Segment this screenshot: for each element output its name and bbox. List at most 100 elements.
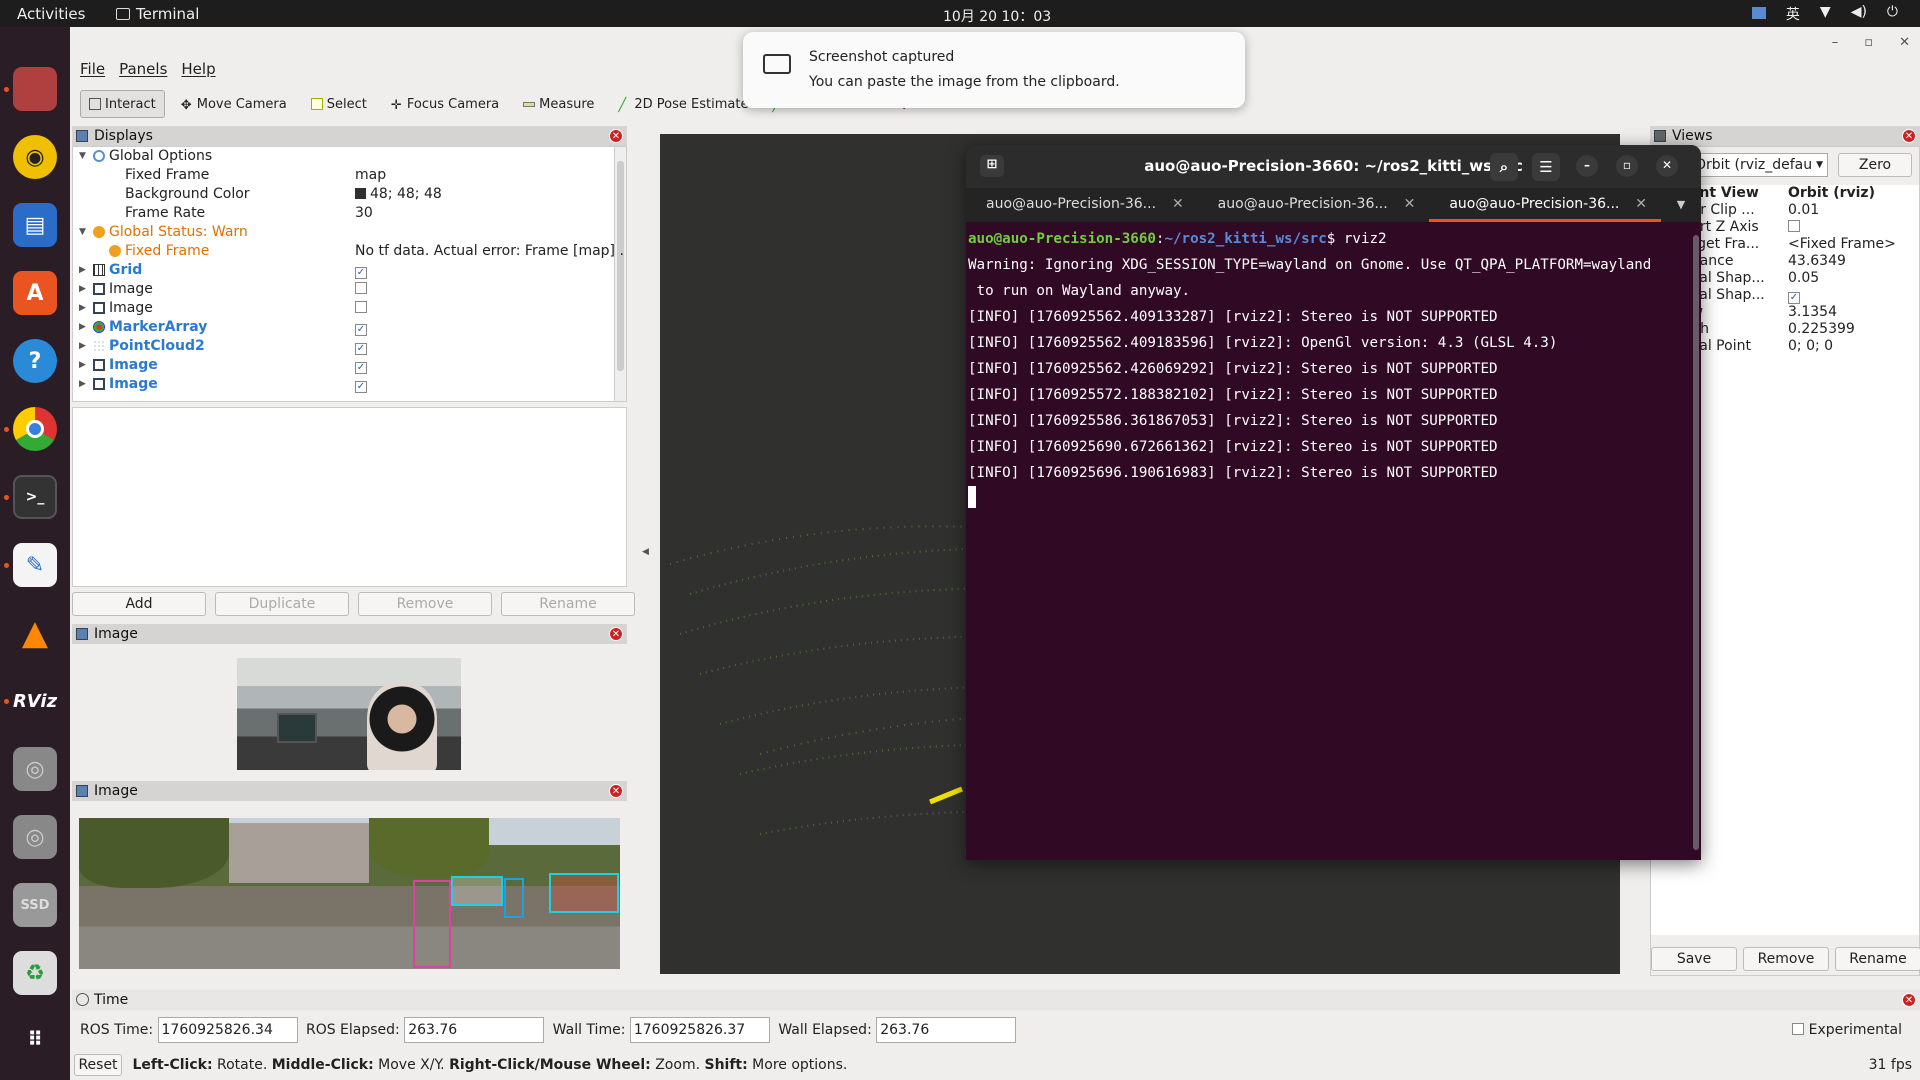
power-icon[interactable]: ⏻ — [1887, 4, 1898, 24]
enable-checkbox[interactable] — [355, 282, 367, 294]
terminal-tab[interactable]: auo@auo-Precision-36... ✕ — [966, 188, 1198, 222]
new-tab-icon[interactable]: ⊞ — [980, 155, 1004, 177]
expand-right-icon[interactable]: ▶ — [79, 337, 86, 356]
text-editor-icon[interactable]: ✎ — [13, 543, 57, 587]
displays-header[interactable]: Displays ✕ — [72, 126, 627, 146]
prop-value[interactable] — [1788, 219, 1800, 236]
ros-elapsed-field[interactable]: 263.76 — [404, 1017, 545, 1043]
expand-down-icon[interactable]: ▼ — [79, 223, 86, 242]
measure-tool[interactable]: Measure — [515, 90, 602, 118]
wall-time-field[interactable]: 1760925826.37 — [629, 1017, 770, 1043]
display-row[interactable]: ▼ Global Options — [73, 147, 626, 166]
activities-button[interactable]: Activities — [17, 5, 85, 23]
terminal-window[interactable]: ⊞ auo@auo-Precision-3660: ~/ros2_kitti_w… — [966, 145, 1701, 860]
close-tab-icon[interactable]: ✕ — [1404, 196, 1416, 212]
hamburger-menu-icon[interactable]: ☰ — [1532, 153, 1560, 181]
show-apps-icon[interactable]: ⠿ — [13, 1017, 57, 1061]
views-header[interactable]: Views ✕ — [1650, 126, 1920, 146]
display-value-cell[interactable]: No tf data. Actual error: Frame [map] . — [355, 242, 624, 261]
disk-icon[interactable]: ◎ — [13, 747, 57, 791]
display-row[interactable]: ▼ Global Status: Warn — [73, 223, 626, 242]
display-row[interactable]: ▶ Grid ✓ — [73, 261, 626, 280]
duplicate-button[interactable]: Duplicate — [215, 592, 349, 616]
display-value-cell[interactable] — [355, 299, 367, 318]
display-value-cell[interactable]: ✓ — [355, 261, 367, 280]
clock[interactable]: 10月 20 10：03 — [943, 6, 1051, 26]
files-icon[interactable] — [13, 67, 57, 111]
volume-icon[interactable]: ◀) — [1851, 4, 1867, 24]
display-row[interactable]: Fixed Frame map — [73, 166, 626, 185]
display-value[interactable]: 30 — [355, 205, 373, 221]
image-panel-header[interactable]: Image ✕ — [72, 624, 627, 644]
disk-icon[interactable]: ◎ — [13, 815, 57, 859]
expand-right-icon[interactable]: ▶ — [79, 318, 86, 337]
rviz-icon[interactable]: RViz — [13, 679, 57, 723]
prop-value[interactable]: 0.05 — [1788, 270, 1819, 287]
enable-checkbox[interactable] — [355, 301, 367, 313]
terminal-scrollbar[interactable] — [1693, 235, 1699, 850]
expand-right-icon[interactable]: ▶ — [79, 299, 86, 318]
display-value[interactable]: No tf data. Actual error: Frame [map] . — [355, 243, 624, 259]
system-tray[interactable]: 英 ▼ ◀) ⏻ — [1751, 4, 1898, 24]
tabs-dropdown-icon[interactable]: ▼ — [1661, 188, 1701, 222]
trash-icon[interactable]: ♻ — [13, 951, 57, 995]
display-row[interactable]: ▶ Image — [73, 299, 626, 318]
zero-button[interactable]: Zero — [1838, 153, 1912, 177]
close-icon[interactable]: ✕ — [1656, 155, 1678, 177]
display-value-cell[interactable]: ✓ — [355, 375, 367, 394]
displays-tree[interactable]: ▼ Global Options Fixed Frame map Background … — [72, 146, 627, 402]
expand-right-icon[interactable]: ▶ — [79, 375, 86, 394]
expand-right-icon[interactable]: ▶ — [79, 261, 86, 280]
display-value-cell[interactable]: 30 — [355, 204, 373, 223]
expand-right-icon[interactable]: ▶ — [79, 356, 86, 375]
wall-elapsed-field[interactable]: 263.76 — [876, 1017, 1017, 1043]
app-center-icon[interactable]: A — [13, 271, 57, 315]
experimental-checkbox[interactable] — [1792, 1023, 1805, 1035]
view-type-select[interactable]: Orbit (rviz_defau ▼ — [1691, 153, 1828, 177]
prop-value[interactable]: 0.225399 — [1788, 321, 1855, 338]
remove-view-button[interactable]: Remove — [1743, 947, 1829, 971]
minimize-icon[interactable]: – — [1832, 35, 1839, 50]
ros-time-field[interactable]: 1760925826.34 — [157, 1017, 298, 1043]
invert-z-checkbox[interactable] — [1788, 220, 1800, 232]
interact-tool[interactable]: Interact — [80, 90, 165, 118]
display-row[interactable]: Background Color 48; 48; 48 — [73, 185, 626, 204]
display-value-cell[interactable]: ✓ — [355, 337, 367, 356]
display-value-cell[interactable]: map — [355, 166, 386, 185]
ssd-icon[interactable]: SSD — [13, 883, 57, 927]
input-method[interactable]: 英 — [1786, 4, 1800, 24]
close-panel-icon[interactable]: ✕ — [609, 627, 623, 641]
reset-button[interactable]: Reset — [74, 1054, 122, 1076]
terminal-app-icon[interactable]: >_ — [13, 475, 57, 519]
focal-shape-checkbox[interactable]: ✓ — [1788, 292, 1800, 304]
add-button[interactable]: Add — [72, 592, 206, 616]
enable-checkbox[interactable]: ✓ — [355, 362, 367, 374]
display-row[interactable]: ▶ MarkerArray ✓ — [73, 318, 626, 337]
enable-checkbox[interactable]: ✓ — [355, 324, 367, 336]
display-value-cell[interactable]: 48; 48; 48 — [355, 185, 442, 204]
select-tool[interactable]: Select — [303, 90, 375, 118]
time-header[interactable]: Time ✕ — [72, 990, 1920, 1010]
wifi-icon[interactable]: ▼ — [1820, 4, 1831, 24]
display-row[interactable]: ▶ Image ✓ — [73, 356, 626, 375]
display-row[interactable]: ▶ Image ✓ — [73, 375, 626, 394]
menu-file[interactable]: File — [80, 60, 105, 82]
chrome-icon[interactable] — [13, 407, 57, 451]
help-icon[interactable]: ? — [13, 339, 57, 383]
writer-icon[interactable]: ▤ — [13, 203, 57, 247]
terminal-tab[interactable]: auo@auo-Precision-36... ✕ — [1198, 188, 1430, 222]
prop-value[interactable]: <Fixed Frame> — [1788, 236, 1896, 253]
screen-icon[interactable] — [1751, 7, 1766, 19]
expand-down-icon[interactable]: ▼ — [79, 147, 86, 166]
menu-help[interactable]: Help — [181, 60, 215, 82]
enable-checkbox[interactable]: ✓ — [355, 267, 367, 279]
search-icon[interactable]: ⌕ — [1490, 153, 1518, 181]
display-row[interactable]: ▶ PointCloud2 ✓ — [73, 337, 626, 356]
experimental-toggle[interactable]: Experimental — [1792, 1022, 1902, 1038]
expand-right-icon[interactable]: ▶ — [79, 280, 86, 299]
display-value[interactable]: 48; 48; 48 — [370, 186, 442, 202]
remove-button[interactable]: Remove — [358, 592, 492, 616]
display-row[interactable]: Fixed Frame No tf data. Actual error: Fra… — [73, 242, 626, 261]
display-value-cell[interactable] — [355, 280, 367, 299]
display-row[interactable]: ▶ Image — [73, 280, 626, 299]
